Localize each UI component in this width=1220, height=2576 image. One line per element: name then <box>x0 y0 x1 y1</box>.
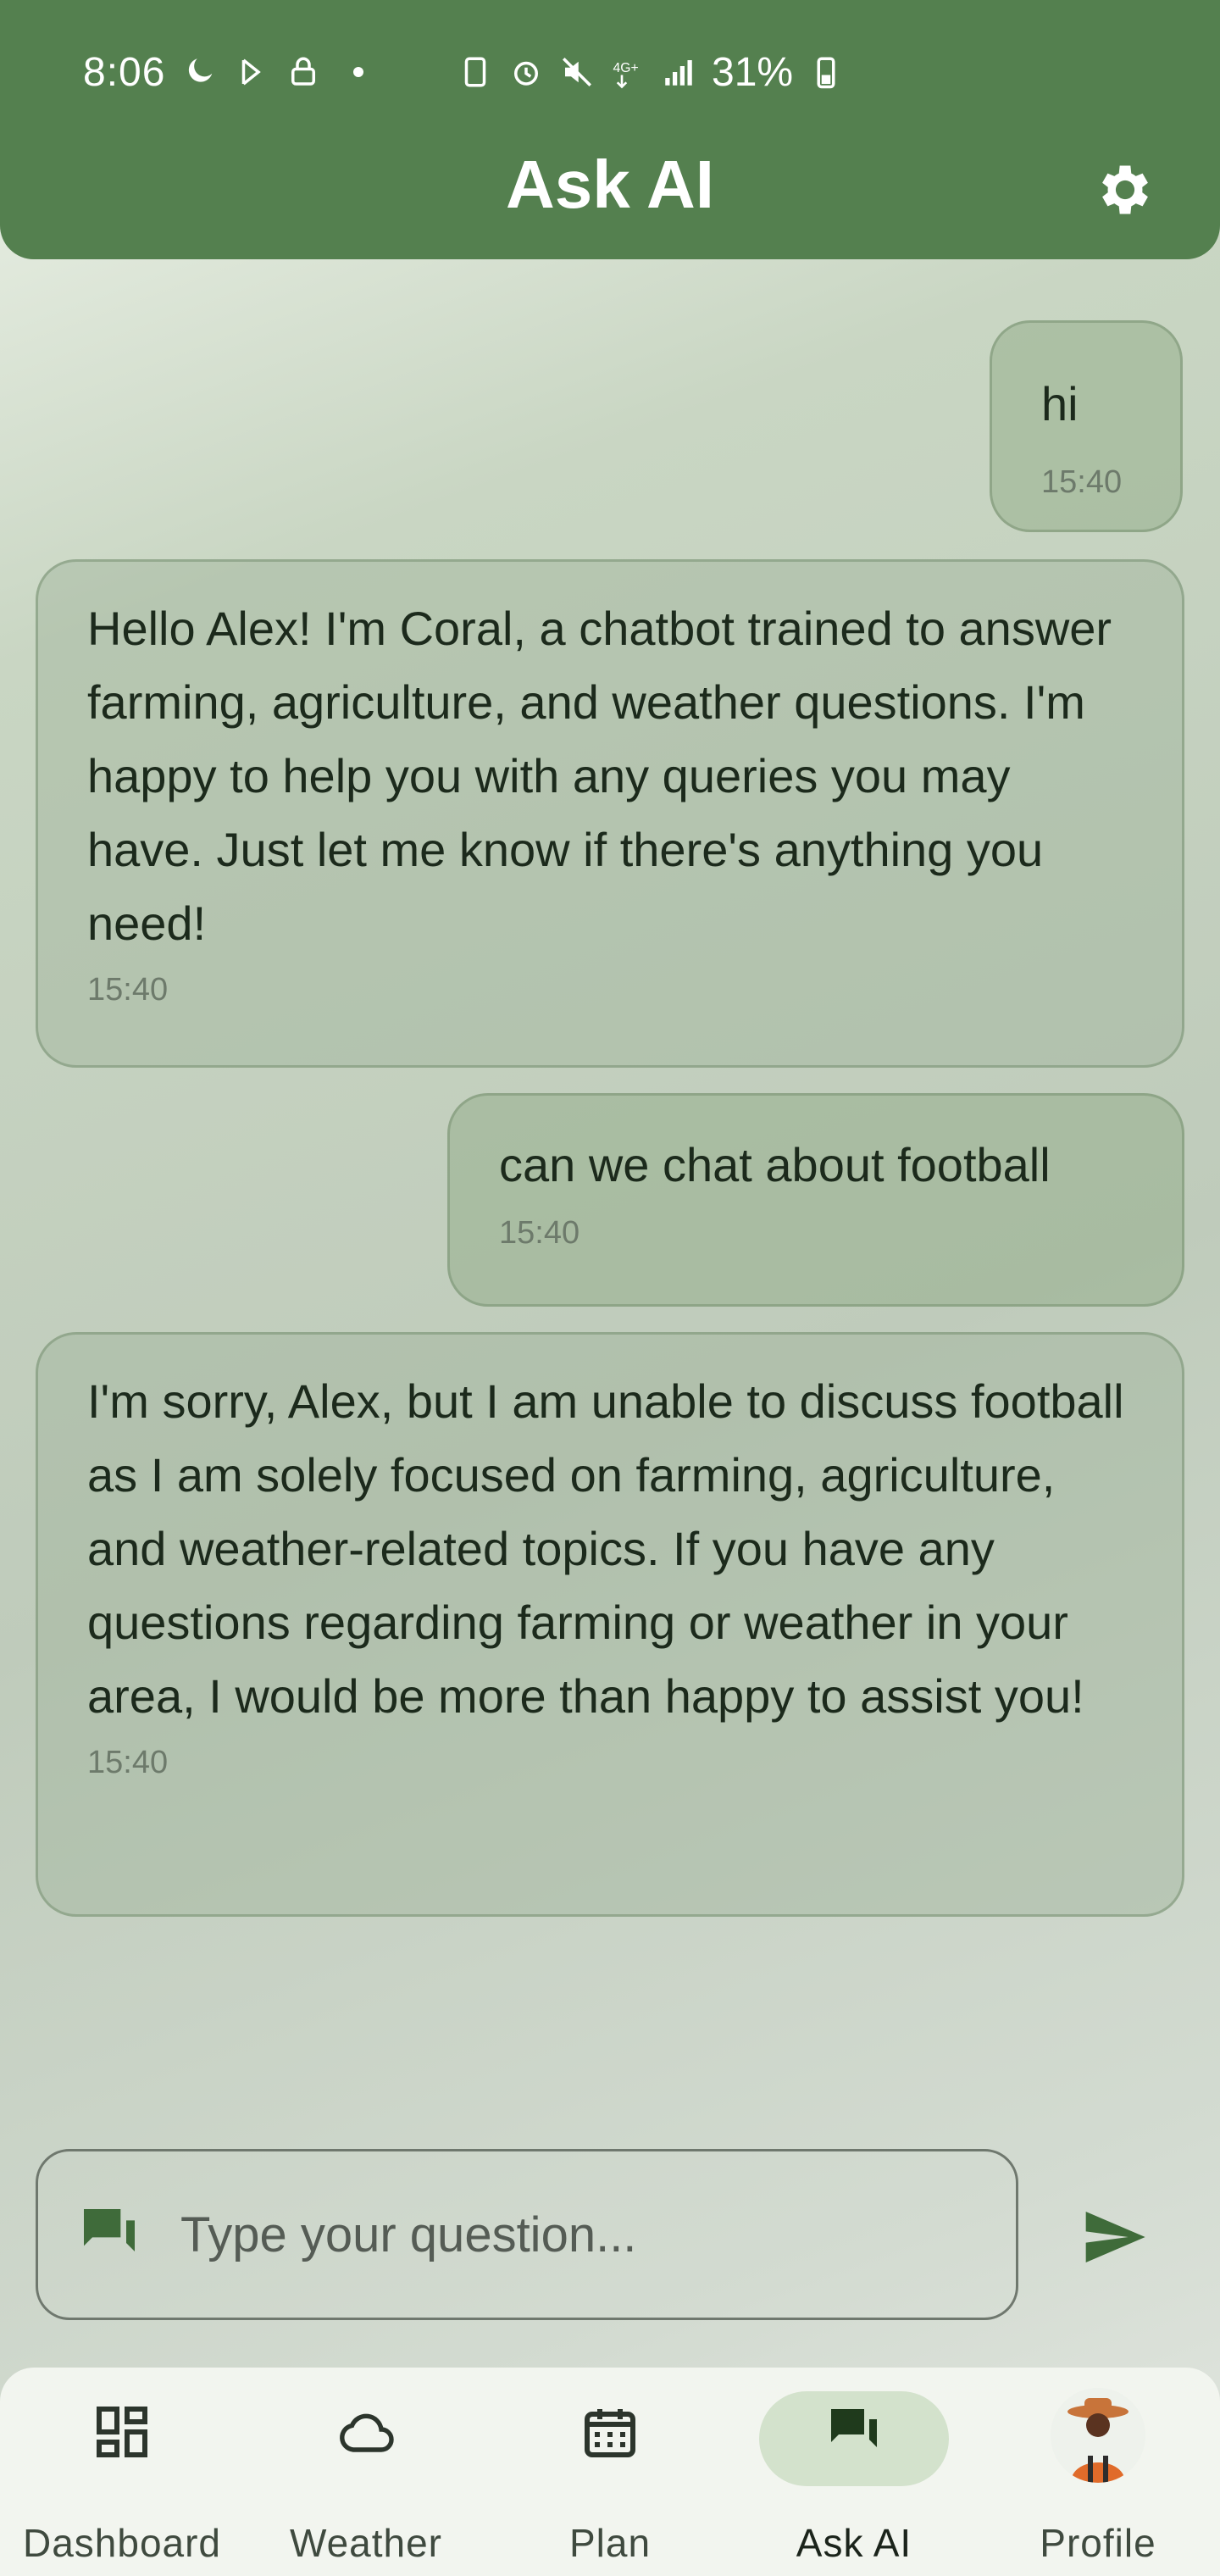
bottom-navigation: Dashboard Weather Plan Ask AI Profile <box>0 2368 1220 2576</box>
nav-item-profile[interactable]: Profile <box>976 2368 1220 2576</box>
dashboard-icon <box>97 2407 147 2457</box>
message-text: I'm sorry, Alex, but I am unable to disc… <box>87 1374 1124 1723</box>
settings-gear-icon[interactable] <box>1093 158 1157 222</box>
nav-item-dashboard[interactable]: Dashboard <box>0 2368 244 2576</box>
message-text: Hello Alex! I'm Coral, a chatbot trained… <box>87 602 1112 950</box>
message-text: hi <box>1041 377 1079 430</box>
status-bar: 8:06 <box>83 44 364 100</box>
question-input[interactable] <box>180 2206 943 2263</box>
nav-label: Plan <box>568 2521 652 2565</box>
message-bubble-user: can we chat about football 15:40 <box>447 1093 1184 1307</box>
nav-label: Profile <box>1040 2521 1156 2565</box>
nav-label: Dashboard <box>22 2521 222 2565</box>
status-right: 4G+ 31% <box>458 44 844 100</box>
message-bubble-assistant: I'm sorry, Alex, but I am unable to disc… <box>36 1332 1184 1917</box>
nav-item-plan[interactable]: Plan <box>488 2368 732 2576</box>
question-input-container[interactable] <box>36 2149 1018 2320</box>
battery-icon <box>817 57 835 89</box>
nav-item-ask-ai[interactable]: Ask AI <box>732 2368 976 2576</box>
calendar-icon <box>585 2409 635 2457</box>
message-time: 15:40 <box>87 972 169 1008</box>
farmer-avatar-icon <box>1051 2388 1145 2483</box>
signal-icon <box>665 60 692 86</box>
chat-icon <box>84 2209 135 2251</box>
app-bar: 8:06 4G+ 31% Ask AI <box>0 0 1220 259</box>
nav-item-weather[interactable]: Weather <box>244 2368 488 2576</box>
battery-percent: 31% <box>712 49 794 95</box>
message-text: can we chat about football <box>499 1138 1051 1191</box>
nav-label: Weather <box>289 2521 443 2565</box>
svg-text:4G+: 4G+ <box>613 61 639 75</box>
message-time: 15:40 <box>1041 464 1123 500</box>
page-title: Ask AI <box>505 147 714 222</box>
message-time: 15:40 <box>499 1215 580 1251</box>
chat-icon <box>831 2409 877 2447</box>
lock-icon <box>291 57 316 86</box>
battery-saver-icon <box>464 57 486 87</box>
sleep-icon <box>242 58 262 86</box>
send-icon[interactable] <box>1076 2203 1152 2271</box>
message-bubble-assistant: Hello Alex! I'm Coral, a chatbot trained… <box>36 559 1184 1068</box>
notification-dot-icon <box>353 67 364 77</box>
mute-icon <box>563 58 591 86</box>
4g-icon: 4G+ <box>613 61 639 89</box>
alarm-icon <box>514 61 538 86</box>
avatar <box>1051 2388 1145 2483</box>
message-time: 15:40 <box>87 1745 169 1780</box>
message-bubble-user: hi 15:40 <box>990 320 1183 532</box>
status-time: 8:06 <box>83 49 166 95</box>
moon-icon <box>189 58 213 82</box>
cloud-icon <box>340 2413 394 2452</box>
nav-label: Ask AI <box>796 2521 912 2565</box>
